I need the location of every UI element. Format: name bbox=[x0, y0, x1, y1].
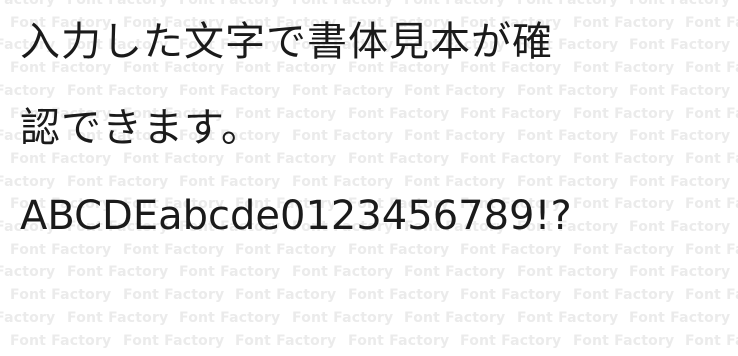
watermark-text: Font Factory bbox=[0, 0, 56, 8]
watermark-text: Font Factory bbox=[517, 264, 619, 280]
watermark-text: Font Factory bbox=[292, 83, 394, 99]
watermark-text: Font Factory bbox=[517, 310, 619, 326]
watermark-text: Font Factory bbox=[10, 287, 112, 303]
watermark-text: Font Factory bbox=[179, 264, 281, 280]
watermark-text: Font Factory bbox=[404, 83, 506, 99]
watermark-text: Font Factory bbox=[348, 106, 450, 122]
watermark-text: Font Factory bbox=[67, 83, 169, 99]
watermark-text: Font Factory bbox=[404, 0, 506, 8]
watermark-text: Font Factory bbox=[685, 60, 738, 76]
watermark-text: Font Factory bbox=[629, 128, 731, 144]
watermark-text: Font Factory bbox=[404, 264, 506, 280]
watermark-text: Font Factory bbox=[573, 60, 675, 76]
watermark-text: Font Factory bbox=[685, 287, 738, 303]
watermark-text: Font Factory bbox=[629, 310, 731, 326]
watermark-text: Font Factory bbox=[685, 333, 738, 349]
watermark-text: Font Factory bbox=[179, 83, 281, 99]
watermark-text: Font Factory bbox=[67, 264, 169, 280]
watermark-text: Font Factory bbox=[123, 333, 225, 349]
watermark-text: Font Factory bbox=[573, 333, 675, 349]
watermark-text: Font Factory bbox=[460, 287, 562, 303]
watermark-text: Font Factory bbox=[348, 333, 450, 349]
watermark-text: Font Factory bbox=[292, 264, 394, 280]
watermark-text: Font Factory bbox=[629, 37, 731, 53]
watermark-text: Font Factory bbox=[573, 196, 675, 212]
watermark-text: Font Factory bbox=[629, 264, 731, 280]
sample-text-line-1: 入力した文字で書体見本が確 bbox=[20, 19, 553, 65]
watermark-text: Font Factory bbox=[235, 333, 337, 349]
watermark-text: Font Factory bbox=[292, 128, 394, 144]
watermark-text: Font Factory bbox=[573, 242, 675, 258]
watermark-text: Font Factory bbox=[685, 151, 738, 167]
watermark-text: Font Factory bbox=[348, 151, 450, 167]
watermark-text: Font Factory bbox=[685, 15, 738, 31]
watermark-text: Font Factory bbox=[0, 310, 56, 326]
watermark-text: Font Factory bbox=[404, 310, 506, 326]
watermark-text: Font Factory bbox=[573, 151, 675, 167]
watermark-text: Font Factory bbox=[460, 333, 562, 349]
watermark-text: Font Factory bbox=[629, 83, 731, 99]
watermark-text: Font Factory bbox=[292, 0, 394, 8]
watermark-text: Font Factory bbox=[0, 264, 56, 280]
watermark-text: Font Factory bbox=[629, 174, 731, 190]
watermark-text: Font Factory bbox=[235, 287, 337, 303]
watermark-text: Font Factory bbox=[685, 106, 738, 122]
watermark-text: Font Factory bbox=[404, 128, 506, 144]
watermark-text: Font Factory bbox=[629, 0, 731, 8]
watermark-text: Font Factory bbox=[179, 0, 281, 8]
watermark-text: Font Factory bbox=[460, 151, 562, 167]
watermark-text: Font Factory bbox=[573, 287, 675, 303]
sample-text-line-3: ABCDEabcde0123456789!? bbox=[20, 193, 572, 239]
watermark-text: Font Factory bbox=[573, 106, 675, 122]
watermark-text: Font Factory bbox=[292, 310, 394, 326]
watermark-text: Font Factory bbox=[0, 83, 56, 99]
watermark-text: Font Factory bbox=[67, 0, 169, 8]
watermark-text: Font Factory bbox=[573, 15, 675, 31]
watermark-text: Font Factory bbox=[517, 83, 619, 99]
watermark-text: Font Factory bbox=[517, 0, 619, 8]
watermark-text: Font Factory bbox=[348, 287, 450, 303]
watermark-text: Font Factory bbox=[685, 196, 738, 212]
watermark-text: Font Factory bbox=[629, 219, 731, 235]
watermark-text: Font Factory bbox=[67, 310, 169, 326]
watermark-text: Font Factory bbox=[179, 310, 281, 326]
watermark-text: Font Factory bbox=[10, 333, 112, 349]
watermark-text: Font Factory bbox=[123, 287, 225, 303]
watermark-text: Font Factory bbox=[685, 242, 738, 258]
sample-text-line-2: 認できます。 bbox=[20, 105, 262, 151]
watermark-text: Font Factory bbox=[517, 128, 619, 144]
watermark-text: Font Factory bbox=[460, 106, 562, 122]
